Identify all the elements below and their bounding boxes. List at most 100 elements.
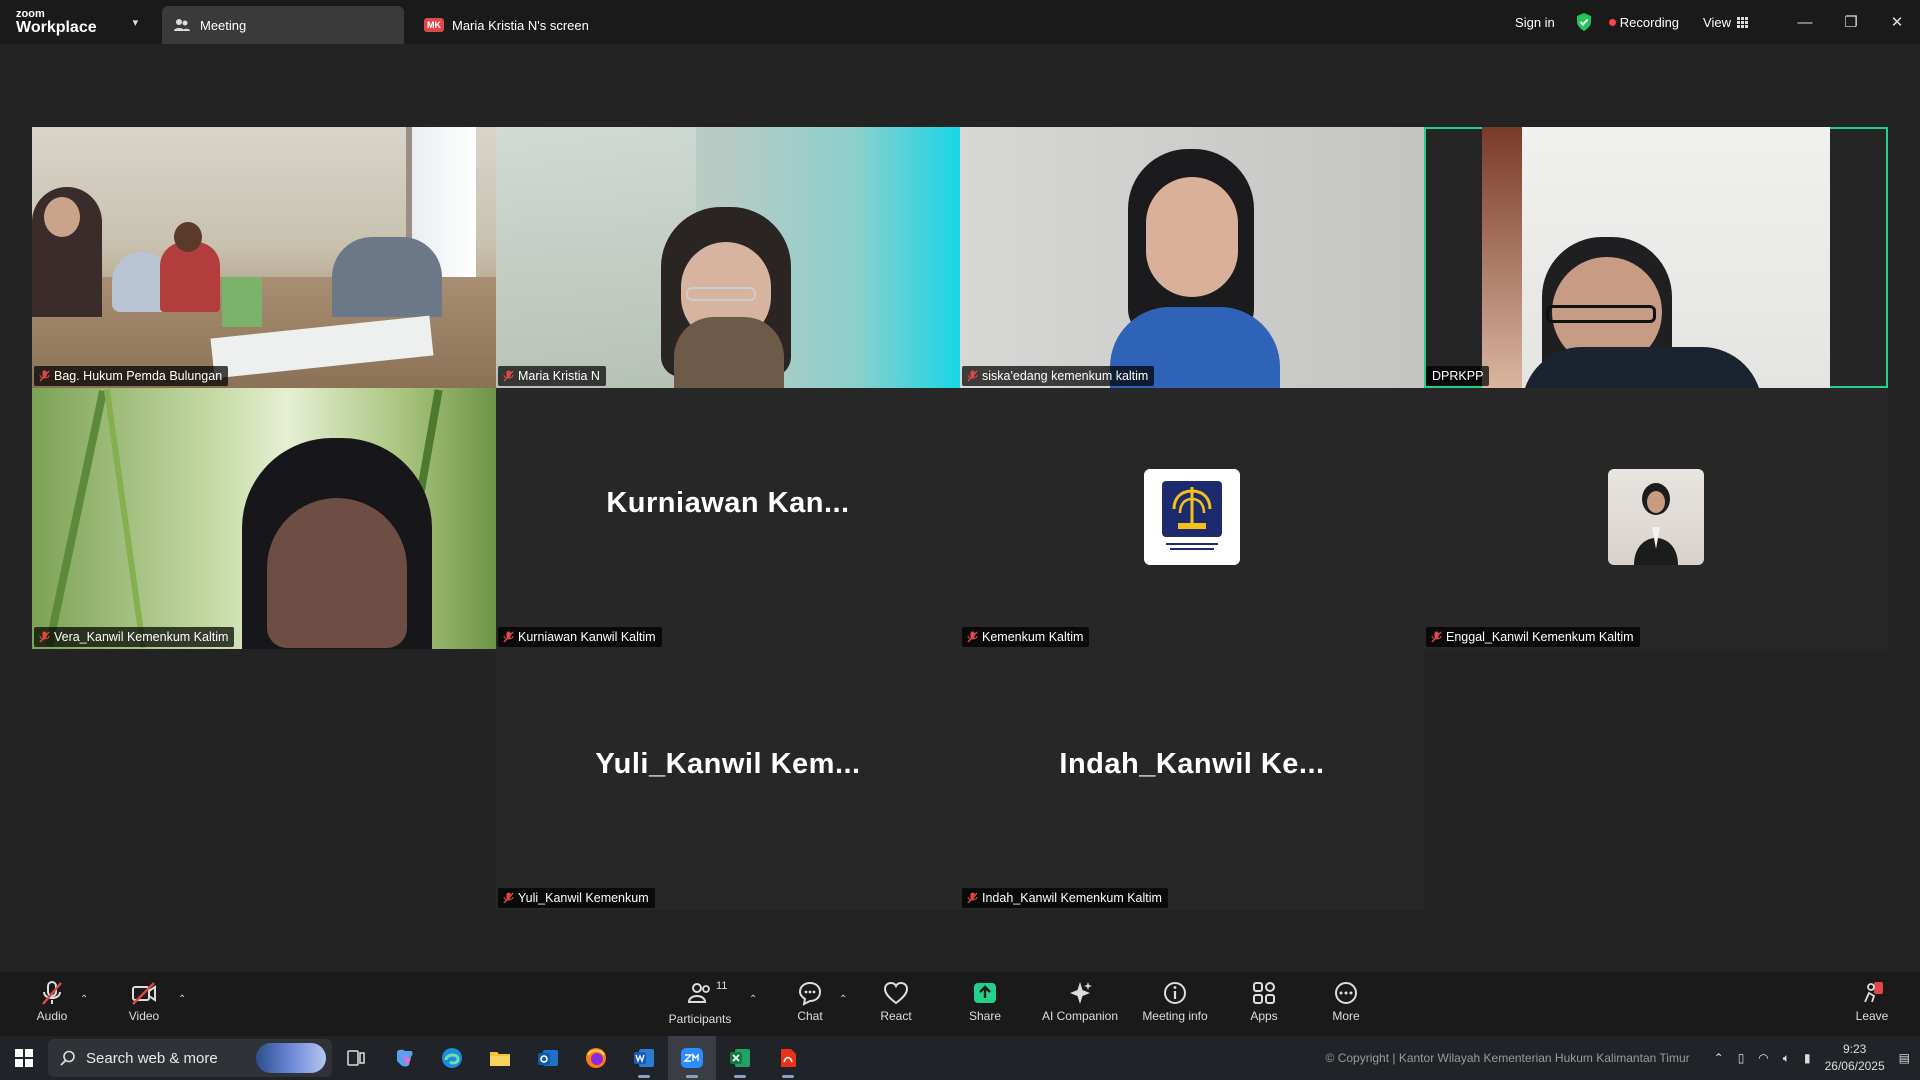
security-shield-icon[interactable] <box>1575 12 1593 32</box>
share-button[interactable]: Share <box>945 980 1025 1023</box>
ai-companion-label: AI Companion <box>1041 1009 1119 1023</box>
profile-photo-icon <box>1634 483 1678 565</box>
avatar-tile[interactable]: Enggal_Kanwil Kemenkum Kaltim <box>1424 388 1888 649</box>
excel-icon[interactable] <box>716 1036 764 1080</box>
apps-label: Apps <box>1250 1009 1278 1023</box>
file-explorer-icon[interactable] <box>476 1036 524 1080</box>
participant-video <box>1482 127 1830 388</box>
video-label: Video <box>128 1009 160 1023</box>
participant-video <box>32 127 496 388</box>
task-view-icon[interactable] <box>332 1036 380 1080</box>
participants-icon <box>687 983 710 1003</box>
participant-name: Vera_Kanwil Kemenkum Kaltim <box>54 630 229 644</box>
react-button[interactable]: React <box>856 980 936 1023</box>
participant-name-tag: Bag. Hukum Pemda Bulungan <box>34 366 229 386</box>
participant-name-tag: Kurniawan Kanwil Kaltim <box>498 627 662 647</box>
notifications-icon[interactable]: ▤ <box>1899 1051 1910 1065</box>
brand-zoom: zoom <box>16 7 45 20</box>
meeting-info-button[interactable]: Meeting info <box>1135 980 1215 1023</box>
participant-name: Enggal_Kanwil Kemenkum Kaltim <box>1446 630 1634 644</box>
name-tile[interactable]: Yuli_Kanwil Kem... Yuli_Kanwil Kemenkum <box>496 649 960 910</box>
participant-name-tag: DPRKPP <box>1426 366 1490 386</box>
restore-icon[interactable]: ❐ <box>1828 13 1874 31</box>
participant-big-name: Yuli_Kanwil Kem... <box>595 748 861 780</box>
firefox-icon[interactable] <box>572 1036 620 1080</box>
apps-icon <box>1253 982 1275 1004</box>
participant-name-tag: Maria Kristia N <box>498 366 606 386</box>
ai-companion-button[interactable]: AI Companion <box>1040 980 1120 1023</box>
battery-icon[interactable]: ▮ <box>1804 1051 1811 1065</box>
more-label: More <box>1332 1009 1360 1023</box>
chevron-down-icon[interactable]: ▾ <box>133 16 139 29</box>
video-tile[interactable]: Vera_Kanwil Kemenkum Kaltim <box>32 388 496 649</box>
brand-workplace: Workplace <box>16 18 97 36</box>
recording-label: Recording <box>1619 14 1680 30</box>
search-placeholder: Search web & more <box>86 1049 218 1067</box>
show-hidden-icons-chevron-icon[interactable]: ⌃ <box>1714 1051 1724 1065</box>
mic-muted-icon <box>39 370 50 382</box>
share-screen-icon <box>974 983 996 1003</box>
title-bar: zoom Workplace ▾ Meeting MK Maria Kristi… <box>0 0 1920 44</box>
close-icon[interactable]: ✕ <box>1874 13 1920 31</box>
participants-options-caret-icon[interactable]: ⌃ <box>749 994 757 1005</box>
recording-dot-icon <box>1608 18 1616 26</box>
participant-name: DPRKPP <box>1432 369 1484 383</box>
participant-video <box>496 127 960 388</box>
participant-name-tag: Yuli_Kanwil Kemenkum <box>498 888 655 908</box>
taskbar-clock[interactable]: 9:23 26/06/2025 <box>1825 1041 1885 1075</box>
mic-muted-icon <box>39 631 50 643</box>
sign-in-button[interactable]: Sign in <box>1515 15 1555 30</box>
zoom-app-icon[interactable] <box>668 1036 716 1080</box>
taskbar-search[interactable]: Search web & more <box>48 1039 332 1077</box>
grid-icon <box>1737 16 1748 28</box>
avatar-tile[interactable]: Kemenkum Kaltim <box>960 388 1424 649</box>
ai-sparkle-icon <box>1070 982 1092 1004</box>
mic-muted-icon <box>503 370 514 382</box>
leave-button[interactable]: Leave <box>1832 980 1912 1023</box>
recording-indicator[interactable]: Recording <box>1608 14 1680 30</box>
audio-options-caret-icon[interactable]: ⌃ <box>80 994 88 1005</box>
participant-name-tag: Kemenkum Kaltim <box>962 627 1090 647</box>
name-tile[interactable]: Kurniawan Kan... Kurniawan Kanwil Kaltim <box>496 388 960 649</box>
tab-meeting[interactable]: Meeting <box>162 6 404 44</box>
video-tile[interactable]: Maria Kristia N <box>496 127 960 388</box>
edge-browser-icon[interactable] <box>428 1036 476 1080</box>
search-highlight-image <box>256 1043 326 1073</box>
video-options-caret-icon[interactable]: ⌃ <box>178 994 186 1005</box>
video-tile[interactable]: siska'edang kemenkum kaltim <box>960 127 1424 388</box>
tab-shared-screen[interactable]: MK Maria Kristia N's screen <box>404 6 601 44</box>
chat-label: Chat <box>797 1009 823 1023</box>
copilot-icon[interactable] <box>380 1036 428 1080</box>
participant-name: Kurniawan Kanwil Kaltim <box>518 630 656 644</box>
pdf-reader-icon[interactable] <box>764 1036 812 1080</box>
participants-count: 11 <box>716 980 728 992</box>
more-button[interactable]: More <box>1306 980 1386 1023</box>
apps-button[interactable]: Apps <box>1224 980 1304 1023</box>
wifi-icon[interactable]: ◠ <box>1758 1051 1768 1065</box>
video-button[interactable]: Video <box>104 980 184 1023</box>
chat-options-caret-icon[interactable]: ⌃ <box>839 994 847 1005</box>
participant-video <box>32 388 496 649</box>
mic-muted-icon <box>967 370 978 382</box>
avatar <box>1144 469 1240 565</box>
pengayoman-logo-icon <box>1162 481 1222 550</box>
word-icon[interactable] <box>620 1036 668 1080</box>
video-tile[interactable]: Bag. Hukum Pemda Bulungan <box>32 127 496 388</box>
outlook-icon[interactable] <box>524 1036 572 1080</box>
tab-shared-screen-label: Maria Kristia N's screen <box>452 17 589 33</box>
video-tile-active-speaker[interactable]: DPRKPP <box>1424 127 1888 388</box>
participant-big-name: Kurniawan Kan... <box>606 487 850 519</box>
volume-icon[interactable]: 🔈︎ <box>1783 1051 1790 1066</box>
minimize-icon[interactable]: — <box>1782 14 1828 31</box>
participant-name: Indah_Kanwil Kemenkum Kaltim <box>982 891 1162 905</box>
windows-start-button[interactable] <box>0 1049 48 1067</box>
zoom-workplace-menu[interactable]: zoom Workplace ▾ <box>0 7 160 36</box>
name-tile[interactable]: Indah_Kanwil Ke... Indah_Kanwil Kemenkum… <box>960 649 1424 910</box>
meeting-info-label: Meeting info <box>1142 1009 1208 1023</box>
mic-muted-icon <box>503 892 514 904</box>
device-icon[interactable]: ▯ <box>1738 1051 1745 1065</box>
participants-button[interactable]: 11 Participants <box>660 980 740 1026</box>
chat-button[interactable]: Chat <box>770 980 850 1023</box>
participant-name-tag: siska'edang kemenkum kaltim <box>962 366 1155 386</box>
view-button[interactable]: View <box>1703 15 1748 30</box>
